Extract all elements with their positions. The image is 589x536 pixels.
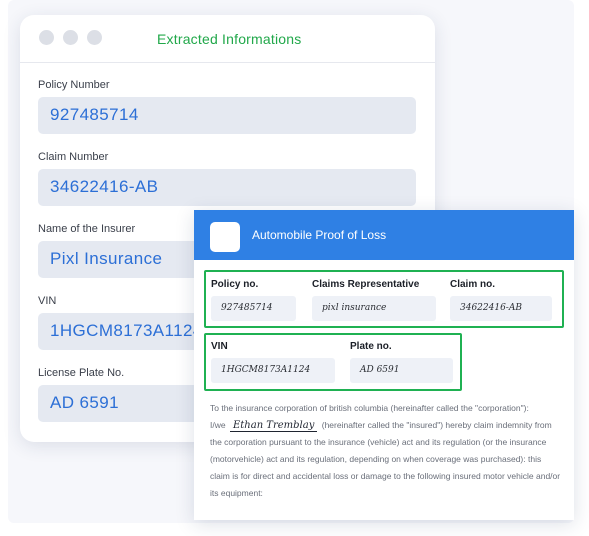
policy-number-label: Policy Number <box>38 79 110 91</box>
insurer-name-label: Name of the Insurer <box>38 223 136 235</box>
plate-no-value: AD 6591 <box>360 365 400 375</box>
plate-no-field[interactable]: AD 6591 <box>350 358 453 383</box>
iwe-label: I/we <box>210 420 226 430</box>
claim-number-field[interactable]: 34622416-AB <box>38 169 416 206</box>
claim-number-label: Claim Number <box>38 151 109 163</box>
window-dot-icon <box>39 30 54 45</box>
license-plate-label: License Plate No. <box>38 367 125 379</box>
document-title: Automobile Proof of Loss <box>252 228 387 242</box>
vin-value: 1HGCM8173A1124 <box>50 321 203 340</box>
plate-no-label: Plate no. <box>350 341 392 352</box>
document-header: Automobile Proof of Loss <box>194 210 574 260</box>
screenshot-stage: Extracted Informations Policy Number 927… <box>0 0 589 536</box>
proof-of-loss-document: Automobile Proof of Loss Policy no. Clai… <box>194 210 574 520</box>
claim-no-field[interactable]: 34622416-AB <box>450 296 552 321</box>
vin-label: VIN <box>38 295 57 307</box>
claim-no-value: 34622416-AB <box>460 303 522 313</box>
policy-no-label: Policy no. <box>211 279 259 290</box>
claims-rep-label: Claims Representative <box>312 279 420 290</box>
card-title: Extracted Informations <box>157 31 302 47</box>
claim-no-label: Claim no. <box>450 279 496 290</box>
claims-rep-value: pixl insurance <box>322 303 387 313</box>
insured-signature: Ethan Tremblay <box>229 420 318 432</box>
license-plate-value: AD 6591 <box>50 393 119 412</box>
policy-number-value: 927485714 <box>50 105 139 124</box>
vin-doc-label: VIN <box>211 341 228 352</box>
policy-no-field[interactable]: 927485714 <box>211 296 296 321</box>
policy-no-value: 927485714 <box>221 303 273 313</box>
vin-doc-field[interactable]: 1HGCM8173A1124 <box>211 358 335 383</box>
window-dot-icon <box>87 30 102 45</box>
insurer-name-value: Pixl Insurance <box>50 249 163 268</box>
claims-rep-field[interactable]: pixl insurance <box>312 296 436 321</box>
claim-number-value: 34622416-AB <box>50 177 159 196</box>
window-dot-icon <box>63 30 78 45</box>
vin-doc-value: 1HGCM8173A1124 <box>221 365 311 375</box>
policy-number-field[interactable]: 927485714 <box>38 97 416 134</box>
paragraph-intro: To the insurance corporation of british … <box>210 403 529 413</box>
document-logo-icon <box>210 222 240 252</box>
card-header: Extracted Informations <box>20 15 435 63</box>
claim-statement-paragraph: To the insurance corporation of british … <box>210 400 562 502</box>
